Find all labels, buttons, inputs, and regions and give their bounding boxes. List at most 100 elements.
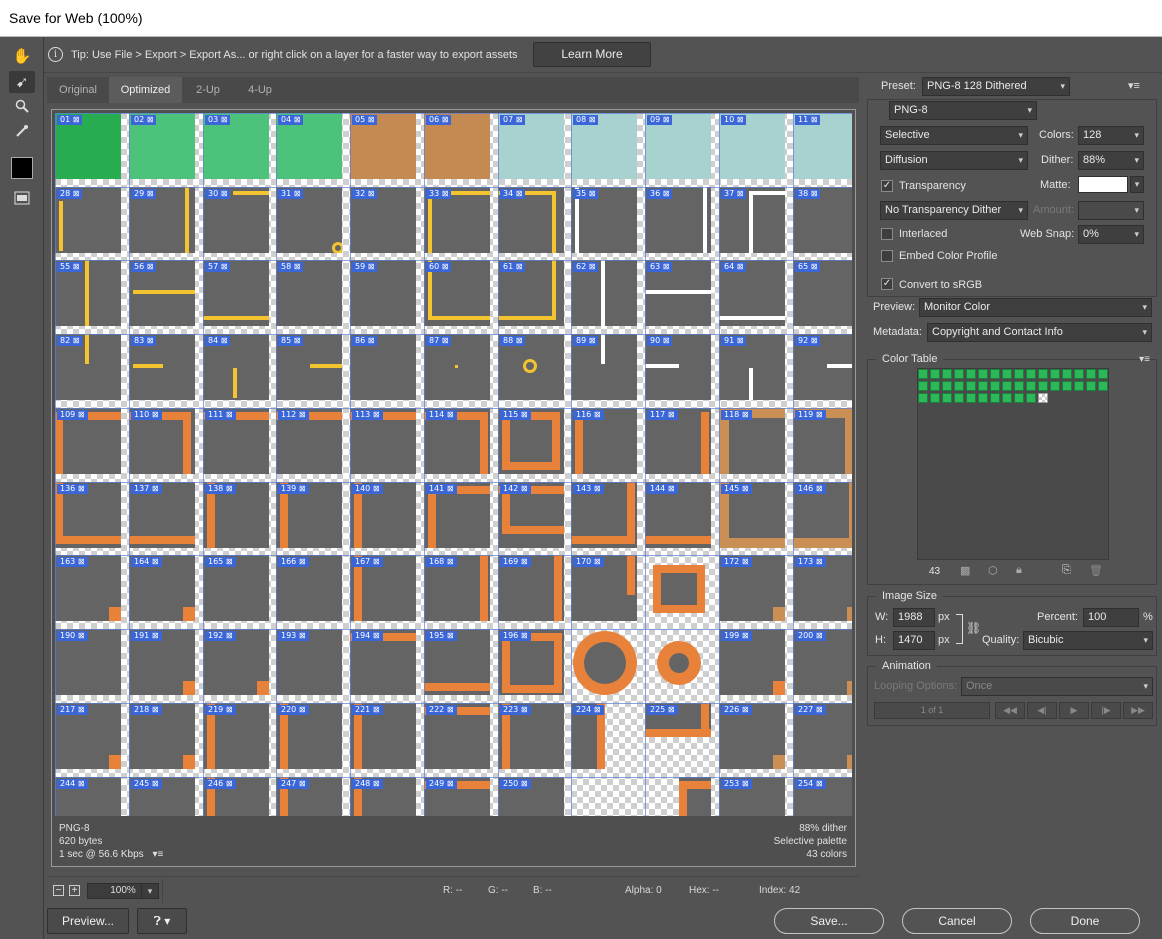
image-slice[interactable]: 190 ⊠ <box>55 629 121 695</box>
image-slice[interactable]: 06 ⊠ <box>424 113 490 179</box>
colors-select[interactable]: 128 ▾ <box>1078 126 1144 145</box>
metadata-select[interactable]: Copyright and Contact Info ▾ <box>927 323 1152 342</box>
color-table-swatch[interactable] <box>1062 381 1072 391</box>
image-slice[interactable]: 30 ⊠ <box>203 187 269 253</box>
image-slice[interactable]: 143 ⊠ <box>571 482 637 548</box>
image-slice[interactable]: 82 ⊠ <box>55 334 121 400</box>
image-slice[interactable]: 118 ⊠ <box>719 408 785 474</box>
color-table-swatch[interactable] <box>1062 369 1072 379</box>
image-slice[interactable]: 31 ⊠ <box>276 187 342 253</box>
color-table-swatch[interactable] <box>930 393 940 403</box>
toggle-slices-icon[interactable] <box>9 187 35 209</box>
image-slice[interactable]: 225 ⊠ <box>645 703 711 769</box>
color-table-swatch[interactable] <box>1026 381 1036 391</box>
color-table-swatch[interactable] <box>990 393 1000 403</box>
transparency-dither-select[interactable]: No Transparency Dither ▾ <box>880 201 1028 220</box>
color-table-swatch[interactable] <box>942 369 952 379</box>
image-slice[interactable]: 170 ⊠ <box>571 555 637 621</box>
eyedropper-color-swatch[interactable] <box>11 157 33 179</box>
add-color-icon[interactable]: ⎘ <box>1062 564 1071 577</box>
image-slice[interactable]: 08 ⊠ <box>571 113 637 179</box>
image-slice[interactable]: 10 ⊠ <box>719 113 785 179</box>
image-slice[interactable]: 38 ⊠ <box>793 187 852 253</box>
image-slice[interactable]: 114 ⊠ <box>424 408 490 474</box>
preview-button[interactable]: Preview... <box>47 908 129 934</box>
image-slice[interactable]: 59 ⊠ <box>350 260 416 326</box>
color-table-swatch[interactable] <box>966 393 976 403</box>
web-shift-icon[interactable]: ⬡ <box>988 564 998 577</box>
color-table-swatch[interactable] <box>1002 393 1012 403</box>
image-slice[interactable]: 88 ⊠ <box>498 334 564 400</box>
color-table-swatch[interactable] <box>1098 369 1108 379</box>
learn-more-button[interactable]: Learn More <box>533 42 651 67</box>
color-table-swatch[interactable] <box>930 381 940 391</box>
color-table-swatch[interactable] <box>918 393 928 403</box>
image-slice[interactable]: 04 ⊠ <box>276 113 342 179</box>
color-table-swatch[interactable] <box>1086 381 1096 391</box>
cancel-button[interactable]: Cancel <box>902 908 1012 934</box>
image-slice[interactable]: 140 ⊠ <box>350 482 416 548</box>
tab-2-up[interactable]: 2-Up <box>182 77 234 103</box>
color-table-swatch[interactable] <box>1050 369 1060 379</box>
image-slice[interactable] <box>645 777 711 816</box>
color-table-swatch[interactable] <box>930 369 940 379</box>
image-slice[interactable] <box>645 629 711 695</box>
convert-srgb-checkbox[interactable]: ✓ <box>881 278 893 290</box>
image-slice[interactable]: 137 ⊠ <box>129 482 195 548</box>
color-table-swatch[interactable] <box>1086 369 1096 379</box>
image-slice[interactable]: 164 ⊠ <box>129 555 195 621</box>
image-slice[interactable]: 115 ⊠ <box>498 408 564 474</box>
color-table-swatch[interactable] <box>1002 381 1012 391</box>
tab-original[interactable]: Original <box>47 77 109 103</box>
color-table-swatch[interactable] <box>1014 369 1024 379</box>
matte-dropdown-icon[interactable]: ▾ <box>1130 176 1144 193</box>
image-slice[interactable]: 11 ⊠ <box>793 113 852 179</box>
image-slice[interactable]: 220 ⊠ <box>276 703 342 769</box>
image-slice[interactable]: 87 ⊠ <box>424 334 490 400</box>
color-table-swatch[interactable] <box>1074 381 1084 391</box>
image-slice[interactable]: 144 ⊠ <box>645 482 711 548</box>
image-slice[interactable]: 02 ⊠ <box>129 113 195 179</box>
color-table-swatch[interactable] <box>1038 393 1048 403</box>
eyedropper-tool-icon[interactable] <box>9 120 35 142</box>
image-slice[interactable]: 248 ⊠ <box>350 777 416 816</box>
image-slice[interactable]: 29 ⊠ <box>129 187 195 253</box>
image-slice[interactable]: 33 ⊠ <box>424 187 490 253</box>
image-slice[interactable]: 226 ⊠ <box>719 703 785 769</box>
width-input[interactable]: 1988 <box>893 608 935 627</box>
image-slice[interactable]: 196 ⊠ <box>498 629 564 695</box>
image-slice[interactable]: 218 ⊠ <box>129 703 195 769</box>
image-slice[interactable]: 253 ⊠ <box>719 777 785 816</box>
color-table-swatch[interactable] <box>942 381 952 391</box>
image-slice[interactable]: 35 ⊠ <box>571 187 637 253</box>
image-slice[interactable]: 91 ⊠ <box>719 334 785 400</box>
color-table-swatch[interactable] <box>966 381 976 391</box>
image-slice[interactable]: 168 ⊠ <box>424 555 490 621</box>
image-slice[interactable]: 83 ⊠ <box>129 334 195 400</box>
save-button[interactable]: Save... <box>774 908 884 934</box>
color-table-swatch[interactable] <box>990 369 1000 379</box>
image-slice[interactable]: 55 ⊠ <box>55 260 121 326</box>
image-slice[interactable]: 219 ⊠ <box>203 703 269 769</box>
hand-tool-icon[interactable]: ✋ <box>9 45 35 67</box>
color-table-swatch[interactable] <box>978 393 988 403</box>
help-dropdown-button[interactable]: ❓︎ ▾ <box>137 908 187 934</box>
image-slice[interactable]: 227 ⊠ <box>793 703 852 769</box>
image-slice[interactable]: 92 ⊠ <box>793 334 852 400</box>
tab-4-up[interactable]: 4-Up <box>234 77 286 103</box>
lock-color-icon[interactable]: 🔒︎ <box>1016 564 1022 577</box>
image-slice[interactable]: 167 ⊠ <box>350 555 416 621</box>
color-table-swatch[interactable] <box>1038 369 1048 379</box>
image-slice[interactable] <box>571 629 637 695</box>
height-input[interactable]: 1470 <box>893 631 935 650</box>
image-slice[interactable]: 32 ⊠ <box>350 187 416 253</box>
image-slice[interactable]: 05 ⊠ <box>350 113 416 179</box>
image-slice[interactable]: 90 ⊠ <box>645 334 711 400</box>
percent-input[interactable]: 100 <box>1083 608 1139 627</box>
image-slice[interactable]: 195 ⊠ <box>424 629 490 695</box>
image-slice[interactable]: 194 ⊠ <box>350 629 416 695</box>
image-slice[interactable]: 119 ⊠ <box>793 408 852 474</box>
file-format-select[interactable]: PNG-8 ▾ <box>889 101 1037 120</box>
dither-algorithm-select[interactable]: Diffusion ▾ <box>880 151 1028 170</box>
image-slice[interactable]: 222 ⊠ <box>424 703 490 769</box>
